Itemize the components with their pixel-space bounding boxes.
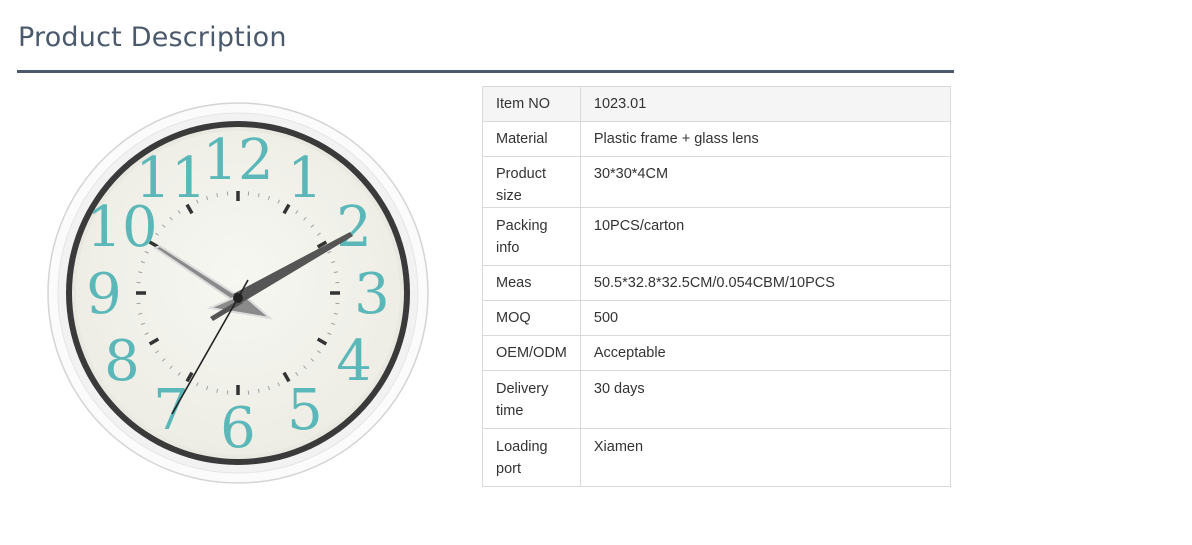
clock-numeral: 12 [202,128,273,193]
spec-value: 1023.01 [579,86,952,122]
spec-label: Item NO [482,86,581,122]
spec-label: Loading port [482,428,581,487]
table-row: Product size 30*30*4CM [482,156,952,208]
spec-value: 30*30*4CM [579,156,952,208]
spec-value: Plastic frame + glass lens [579,121,952,157]
table-row: Packing info 10PCS/carton [482,207,952,266]
title-divider [17,70,954,73]
clock-numeral: 3 [354,262,390,327]
clock-numeral: 6 [220,396,256,461]
spec-label: Delivery time [482,370,581,429]
clock-numeral: 5 [287,378,323,443]
spec-value: 500 [579,300,952,336]
spec-value: Xiamen [579,428,952,487]
table-row: Item NO 1023.01 [482,86,952,122]
spec-label: Product size [482,156,581,208]
table-row: Meas 50.5*32.8*32.5CM/0.054CBM/10PCS [482,265,952,301]
clock-numeral: 8 [104,329,140,394]
spec-label: MOQ [482,300,581,336]
spec-label: OEM/ODM [482,335,581,371]
spec-table: Item NO 1023.01 Material Plastic frame +… [482,86,952,487]
spec-label: Packing info [482,207,581,266]
clock-numeral: 11 [135,146,206,211]
table-row: Loading port Xiamen [482,428,952,487]
spec-value: 50.5*32.8*32.5CM/0.054CBM/10PCS [579,265,952,301]
clock-numeral: 7 [153,378,189,443]
table-row: Material Plastic frame + glass lens [482,121,952,157]
clock-image: 12 1234567891011 [47,102,429,484]
clock-center-cap [233,293,243,303]
clock-numeral: 2 [336,195,372,260]
page-title: Product Description [18,22,287,53]
spec-label: Material [482,121,581,157]
clock-numeral: 9 [86,262,122,327]
spec-value: Acceptable [579,335,952,371]
spec-label: Meas [482,265,581,301]
spec-value: 30 days [579,370,952,429]
table-row: OEM/ODM Acceptable [482,335,952,371]
clock-numeral: 1 [287,146,323,211]
table-row: MOQ 500 [482,300,952,336]
clock-numeral: 4 [336,329,372,394]
table-row: Delivery time 30 days [482,370,952,429]
spec-value: 10PCS/carton [579,207,952,266]
